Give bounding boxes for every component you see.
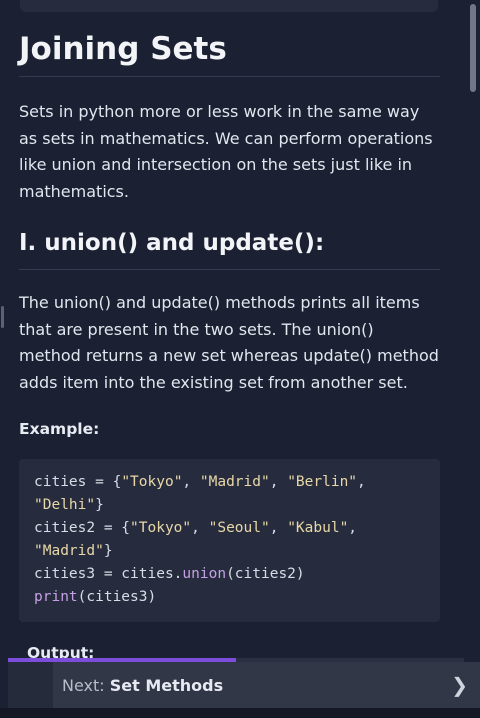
code-token: cities3 = cities. xyxy=(34,565,183,582)
code-string: "Delhi" xyxy=(34,496,96,513)
next-lesson-label: Next: Set Methods xyxy=(62,675,224,695)
scrollbar-thumb[interactable] xyxy=(470,4,476,92)
example-label: Example: xyxy=(19,420,100,438)
code-function: union xyxy=(182,565,227,582)
code-string: "Tokyo" xyxy=(121,473,183,490)
code-string: "Madrid" xyxy=(199,473,270,490)
code-token: cities = { xyxy=(34,473,122,490)
page-title: Joining Sets xyxy=(19,30,440,77)
code-string: "Tokyo" xyxy=(130,519,192,536)
code-token: cities2 = { xyxy=(34,519,131,536)
code-string: "Kabul" xyxy=(287,519,349,536)
next-lesson-button[interactable]: Next: Set Methods ❯ xyxy=(53,662,480,708)
code-token: (cities3) xyxy=(77,588,157,605)
code-token: (cities2) xyxy=(226,565,305,582)
code-string: "Seoul" xyxy=(208,519,270,536)
top-card xyxy=(20,0,438,12)
section-title: I. union() and update(): xyxy=(19,227,440,270)
intro-paragraph: Sets in python more or less work in the … xyxy=(19,102,433,201)
chevron-right-icon: ❯ xyxy=(451,673,468,697)
scrollbar-track[interactable] xyxy=(464,0,480,660)
section-paragraph: The union() and update() methods prints … xyxy=(19,293,439,392)
code-block: cities = {"Tokyo", "Madrid", "Berlin", "… xyxy=(19,458,440,622)
bottom-strip xyxy=(0,708,480,718)
code-string: "Madrid" xyxy=(34,542,104,559)
article-content: Joining Sets Sets in python more or less… xyxy=(19,30,440,622)
code-string: "Berlin" xyxy=(287,473,358,490)
side-resize-handle[interactable] xyxy=(1,306,4,328)
code-function: print xyxy=(34,588,78,605)
footer-left-area xyxy=(8,662,53,708)
